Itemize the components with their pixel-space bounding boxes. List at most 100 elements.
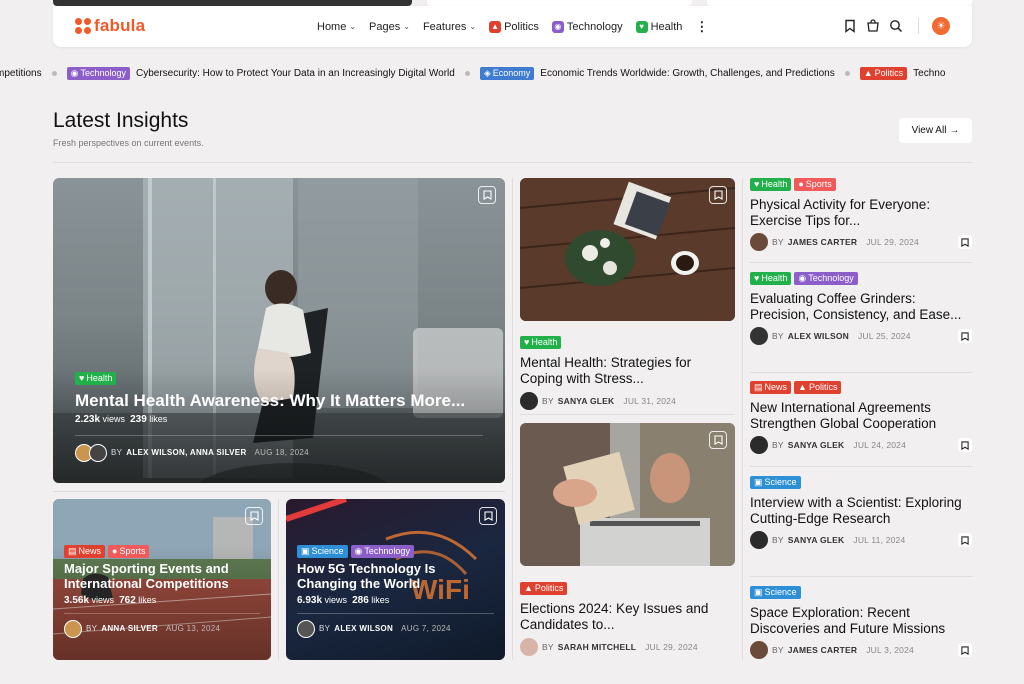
list-item-title[interactable]: New International Agreements Strengthen … (750, 400, 972, 431)
avatar[interactable] (750, 436, 768, 455)
bookmark-icon[interactable] (843, 19, 857, 33)
ticker-item[interactable]: Techno (913, 68, 945, 79)
ticker-badge-politics[interactable]: ▲ Politics (859, 67, 908, 80)
avatar[interactable] (750, 233, 768, 252)
avatar[interactable] (520, 638, 538, 657)
small-card-title[interactable]: Major Sporting Events and International … (64, 561, 260, 592)
mid-card-title[interactable]: Elections 2024: Key Issues and Candidate… (520, 601, 735, 632)
category-badge-health[interactable]: ♥ Health (750, 272, 792, 285)
small-card-5g[interactable]: WiFi ▣ Science ◉ Technology How 5G Technol… (286, 499, 505, 660)
menu-technology[interactable]: ◉ Technology (551, 20, 623, 33)
by-label: BY (319, 624, 331, 634)
bookmark-button[interactable] (479, 507, 497, 525)
avatar[interactable] (297, 619, 315, 638)
author-name[interactable]: SANYA GLEK (788, 535, 845, 545)
likes-count: 286 (352, 594, 369, 606)
flame-icon: ▲ (798, 382, 807, 392)
right-list-item[interactable]: ♥ Health ● Sports Physical Activity for Ev… (750, 178, 972, 252)
category-badge-science[interactable]: ▣ Science (297, 545, 348, 558)
arrow-right-icon: → (949, 125, 960, 136)
bookmark-icon[interactable] (958, 329, 972, 344)
section-divider (53, 162, 972, 163)
bookmark-button[interactable] (709, 186, 727, 204)
category-badge-news[interactable]: ▤ News (750, 381, 792, 394)
author-name[interactable]: JAMES CARTER (788, 237, 857, 247)
mid-card-image-1[interactable] (520, 178, 735, 321)
author-names[interactable]: ALEX WILSON, ANNA SILVER (126, 448, 246, 457)
hero-card[interactable]: ♥ Health Mental Health Awareness: Why It … (53, 178, 505, 483)
post-date: JUL 11, 2024 (853, 535, 906, 546)
menu-features[interactable]: Features ⌄ (423, 21, 476, 33)
bookmark-icon[interactable] (958, 643, 972, 658)
badge-label: Technology (80, 68, 126, 78)
author-name[interactable]: ALEX WILSON (788, 331, 849, 341)
bookmark-icon (249, 511, 259, 521)
ticker-badge-technology[interactable]: ◉ Technology (66, 67, 130, 80)
list-item-title[interactable]: Space Exploration: Recent Discoveries an… (750, 605, 972, 636)
menu-pages[interactable]: Pages ⌄ (369, 21, 410, 33)
menu-health[interactable]: ♥ Health (635, 20, 682, 33)
avatar[interactable] (89, 443, 107, 462)
category-badge-health[interactable]: ♥ Health (520, 336, 562, 349)
list-item-title[interactable]: Interview with a Scientist: Exploring Cu… (750, 495, 972, 526)
badge-label: News (764, 382, 788, 392)
category-badge-science[interactable]: ▣ Science (750, 586, 801, 599)
flame-icon: ▲ (524, 583, 533, 593)
list-item-title[interactable]: Evaluating Coffee Grinders: Precision, C… (750, 291, 972, 322)
bookmark-button[interactable] (478, 186, 496, 204)
mid-card-image-2[interactable] (520, 423, 735, 566)
category-badge-science[interactable]: ▣ Science (750, 476, 801, 489)
ticker-item[interactable]: Cybersecurity: How to Protect Your Data … (136, 68, 455, 79)
small-card-stats: 6.93k views 286 likes (297, 595, 494, 606)
author-name[interactable]: ALEX WILSON (334, 624, 393, 633)
category-badge-health[interactable]: ♥ Health (75, 372, 117, 385)
theme-toggle-icon[interactable]: ☀ (932, 17, 950, 35)
avatar[interactable] (520, 392, 538, 411)
by-label: BY (542, 642, 554, 653)
author-name[interactable]: JAMES CARTER (788, 645, 857, 655)
right-list-item[interactable]: ♥ Health ◉ Technology Evaluating Coffee Gr… (750, 272, 972, 346)
view-all-button[interactable]: View All → (899, 118, 972, 143)
avatar[interactable] (64, 619, 82, 638)
cart-icon[interactable] (866, 19, 880, 33)
category-badge-sports[interactable]: ● Sports (108, 545, 150, 558)
author-name[interactable]: ANNA SILVER (101, 624, 158, 633)
right-list-item[interactable]: ▣ Science Space Exploration: Recent Disco… (750, 586, 972, 660)
list-item-title[interactable]: Physical Activity for Everyone: Exercise… (750, 197, 972, 228)
ticker-item[interactable]: Economic Trends Worldwide: Growth, Chall… (540, 68, 834, 79)
right-list-item[interactable]: ▣ Science Interview with a Scientist: Exp… (750, 476, 972, 550)
category-badge-technology[interactable]: ◉ Technology (794, 272, 858, 285)
category-badge-news[interactable]: ▤ News (64, 545, 106, 558)
bookmark-button[interactable] (245, 507, 263, 525)
news-ticker: mpetitions ◉ Technology Cybersecurity: Ho… (0, 67, 1024, 85)
mid-card-title[interactable]: Mental Health: Strategies for Coping wit… (520, 355, 735, 386)
author-name[interactable]: SANYA GLEK (788, 440, 845, 450)
bookmark-icon[interactable] (958, 235, 972, 250)
small-card-title[interactable]: How 5G Technology Is Changing the World (297, 561, 494, 592)
avatar[interactable] (750, 641, 768, 660)
category-badge-politics[interactable]: ▲ Politics (794, 381, 842, 394)
bookmark-button[interactable] (709, 431, 727, 449)
category-badge-sports[interactable]: ● Sports (794, 178, 836, 191)
bookmark-icon[interactable] (958, 533, 972, 548)
author-name[interactable]: SANYA GLEK (558, 396, 615, 406)
category-badge-health[interactable]: ♥ Health (750, 178, 792, 191)
right-list-item[interactable]: ▤ News ▲ Politics New International Agreem… (750, 381, 972, 455)
category-badge-politics[interactable]: ▲ Politics (520, 582, 568, 595)
hero-title[interactable]: Mental Health Awareness: Why It Matters … (75, 391, 483, 411)
menu-home[interactable]: Home ⌄ (317, 21, 356, 33)
more-menu-icon[interactable]: ⋮ (695, 19, 708, 35)
ticker-separator (844, 71, 850, 76)
search-icon[interactable] (889, 19, 903, 33)
avatar[interactable] (750, 327, 768, 346)
brand-logo[interactable]: fabula (75, 16, 145, 36)
small-card-sports[interactable]: ▤ News ● Sports Major Sporting Events and … (53, 499, 271, 660)
menu-politics[interactable]: ▲ Politics (489, 20, 539, 33)
by-label: BY (772, 440, 784, 451)
ticker-badge-economy[interactable]: ◈ Economy (479, 67, 535, 80)
ticker-item[interactable]: mpetitions (0, 68, 42, 79)
author-name[interactable]: SARAH MITCHELL (558, 642, 636, 652)
avatar[interactable] (750, 531, 768, 550)
category-badge-technology[interactable]: ◉ Technology (350, 545, 414, 558)
bookmark-icon[interactable] (958, 438, 972, 453)
